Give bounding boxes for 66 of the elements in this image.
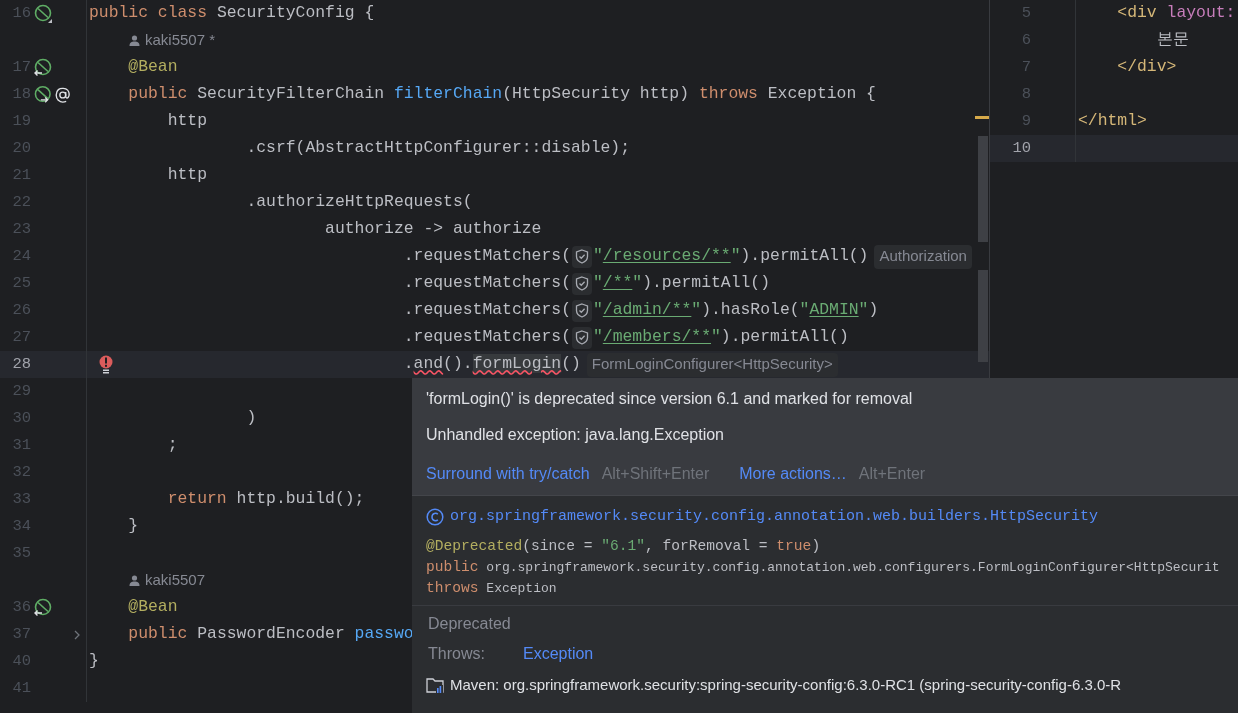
code-text: </html> — [1078, 110, 1147, 133]
problem-message: 'formLogin()' is deprecated since version 6.1 and marked for removal — [426, 389, 914, 409]
code-text: "/admin/**").hasRole("ADMIN") — [592, 299, 879, 322]
author-hint[interactable]: kaki5507 — [145, 569, 206, 592]
shield-icon — [571, 245, 592, 268]
code-text: return http.build(); — [167, 488, 365, 511]
code-text: } — [89, 650, 99, 673]
code-text: .and().formLogin() — [403, 353, 581, 376]
line-number: 28 — [11, 353, 31, 375]
problem-message: Unhandled exception: java.lang.Exception — [426, 425, 725, 445]
library-folder-icon — [426, 676, 445, 694]
signature-line: public org.springframework.security.config.annotation.web.configurers.FormLoginConfigurer<HttpSecurit — [426, 558, 1221, 577]
at-icon[interactable] — [54, 85, 72, 104]
inlay-hint: FormLoginConfigurer<HttpSecurity> — [586, 352, 838, 377]
signature-line: throws Exception — [426, 579, 558, 598]
quick-fix-link[interactable]: Surround with try/catch — [426, 462, 590, 486]
code-text: public SecurityFilterChain filterChain(HttpSecurity http) throws Exception { — [128, 83, 876, 106]
inlay-hint: Authorization — [874, 244, 972, 269]
code-text: public class SecurityConfig { — [89, 2, 375, 25]
shield-icon — [571, 272, 592, 295]
class-name-link[interactable]: org.springframework.security.config.annotation.web.builders.HttpSecurity — [450, 505, 1099, 529]
bean-icon[interactable] — [33, 57, 53, 78]
code-text: .requestMatchers( — [403, 326, 571, 349]
deprecated-label: Deprecated — [428, 614, 512, 634]
shield-icon — [571, 326, 592, 349]
scrollbar-thumb[interactable] — [978, 136, 988, 242]
bean-icon[interactable] — [33, 84, 53, 105]
code-text: .requestMatchers( — [403, 272, 571, 295]
line-number: 10 — [1011, 137, 1031, 159]
code-text: "/members/**").permitAll() — [592, 326, 849, 349]
code-text: http — [167, 110, 208, 133]
warning-marker[interactable] — [975, 116, 989, 119]
code-text: @Bean — [128, 596, 178, 619]
library-source: Maven: org.springframework.security:spring-security-config:6.3.0-RC1 (spring-security-config-6.3.0-R — [450, 674, 1122, 695]
code-text: @Bean — [128, 56, 178, 79]
code-text: authorize -> authorize — [325, 218, 542, 241]
chevron-right-icon[interactable] — [72, 628, 82, 641]
code-text: "/**").permitAll() — [592, 272, 771, 295]
code-text: .authorizeHttpRequests( — [246, 191, 473, 214]
code-text: http — [167, 164, 208, 187]
scrollbar-thumb[interactable] — [978, 270, 988, 362]
author-hint[interactable]: kaki5507 * — [145, 29, 216, 52]
code-text: .requestMatchers( — [403, 299, 571, 322]
signature-line: @Deprecated(since = "6.1", forRemoval = true) — [426, 537, 822, 556]
shield-icon — [571, 299, 592, 322]
user-icon — [129, 575, 140, 586]
shortcut-hint: Alt+Shift+Enter — [601, 464, 710, 484]
code-text: 본문 — [1156, 29, 1189, 52]
bean-icon[interactable] — [33, 3, 53, 24]
exception-link[interactable]: Exception — [523, 642, 594, 666]
throws-label: Throws: — [428, 644, 486, 664]
code-text: </div> — [1117, 56, 1177, 79]
code-text: public PasswordEncoder passwo — [128, 623, 414, 646]
code-text: .requestMatchers( — [403, 245, 571, 268]
class-icon — [426, 508, 444, 526]
bean-icon[interactable] — [33, 597, 53, 618]
user-icon — [129, 35, 140, 46]
error-bulb-icon[interactable] — [99, 355, 113, 375]
code-text: ) — [246, 407, 257, 430]
quick-fix-link[interactable]: More actions… — [739, 462, 847, 486]
code-text: .csrf(AbstractHttpConfigurer::disable); — [246, 137, 630, 160]
code-text: <div layout: — [1117, 2, 1236, 25]
code-text: } — [128, 515, 139, 538]
shortcut-hint: Alt+Enter — [858, 464, 926, 484]
code-text: ; — [167, 434, 178, 457]
code-text: "/resources/**").permitAll() — [592, 245, 869, 268]
